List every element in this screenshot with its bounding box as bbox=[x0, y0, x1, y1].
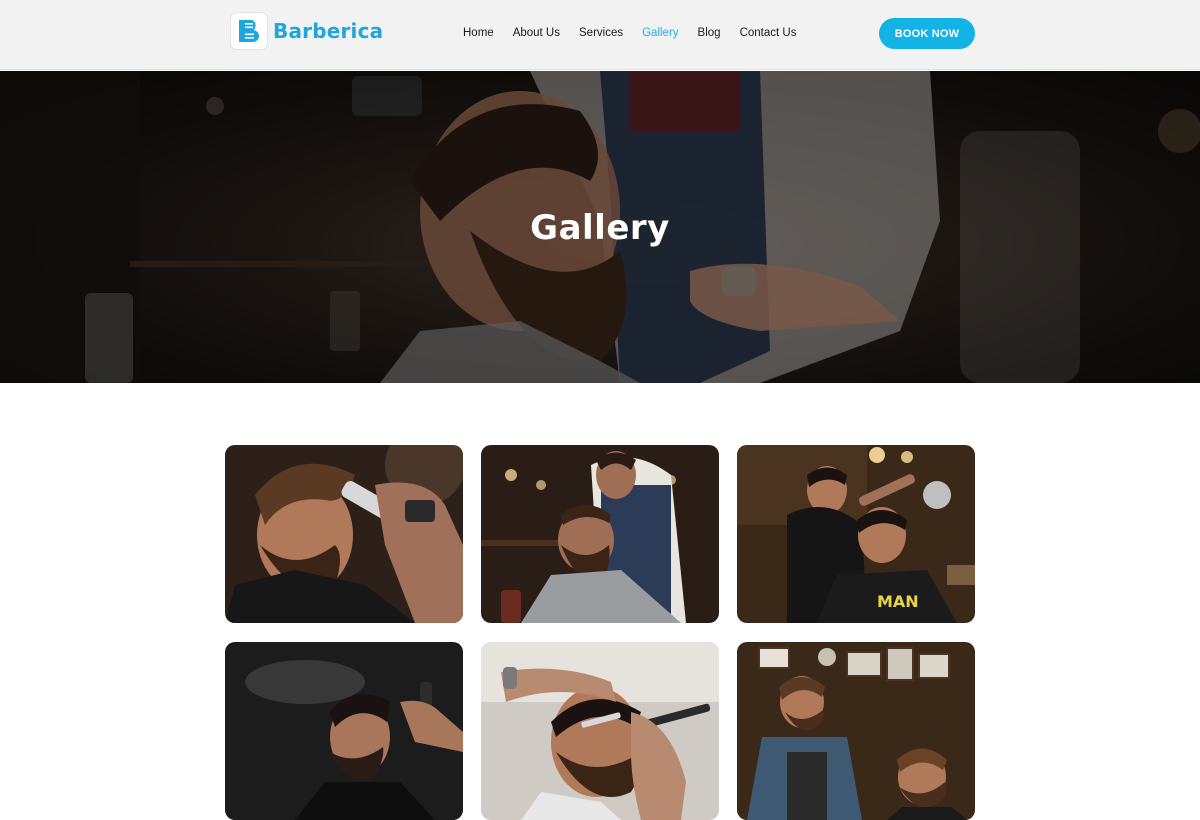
main-nav: Home About Us Services Gallery Blog Cont… bbox=[463, 26, 796, 40]
page-title: Gallery bbox=[530, 208, 670, 248]
nav-gallery[interactable]: Gallery bbox=[642, 26, 678, 40]
nav-services[interactable]: Services bbox=[579, 26, 623, 40]
barber-beard-grooming-photo bbox=[737, 642, 975, 820]
site-header: Barberica Home About Us Services Gallery… bbox=[0, 0, 1200, 70]
hair-spray-styling-photo bbox=[225, 642, 463, 820]
clipper-fade-photo bbox=[225, 445, 463, 623]
gallery-grid: MAN bbox=[225, 445, 975, 820]
gallery-image-5[interactable] bbox=[481, 642, 719, 820]
beard-trim-photo bbox=[481, 445, 719, 623]
nav-blog[interactable]: Blog bbox=[698, 26, 721, 40]
sign-text: MAN bbox=[877, 592, 919, 611]
gallery-image-6[interactable] bbox=[737, 642, 975, 820]
barbershop-haircut-photo: MAN bbox=[737, 445, 975, 623]
logo-icon bbox=[231, 13, 267, 49]
gallery-image-3[interactable]: MAN bbox=[737, 445, 975, 623]
gallery-image-2[interactable] bbox=[481, 445, 719, 623]
brand-name: Barberica bbox=[273, 19, 384, 43]
gallery-image-4[interactable] bbox=[225, 642, 463, 820]
gallery-image-1[interactable] bbox=[225, 445, 463, 623]
book-now-button[interactable]: BOOK NOW bbox=[879, 18, 975, 49]
nav-home[interactable]: Home bbox=[463, 26, 494, 40]
straight-razor-shave-photo bbox=[481, 642, 719, 820]
nav-contact-us[interactable]: Contact Us bbox=[740, 26, 797, 40]
hero-banner: Gallery bbox=[0, 71, 1200, 383]
logo-link[interactable]: Barberica bbox=[231, 13, 383, 49]
nav-about-us[interactable]: About Us bbox=[513, 26, 560, 40]
